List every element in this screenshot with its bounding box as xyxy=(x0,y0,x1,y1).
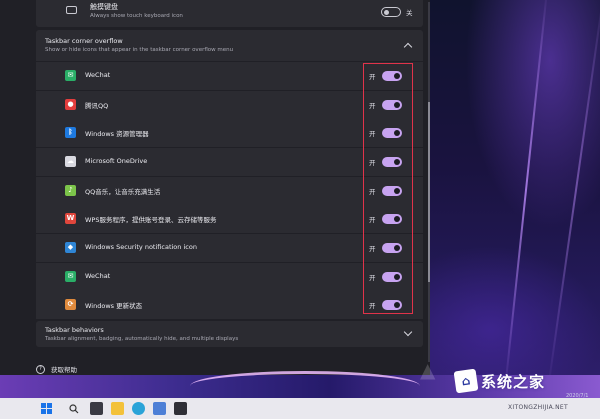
touch-keyboard-state-label: 关 xyxy=(406,9,413,17)
taskbar-corner-overflow-header[interactable]: Taskbar corner overflow Show or hide ico… xyxy=(36,30,423,61)
windows-start-icon[interactable] xyxy=(40,402,53,415)
section-title: Taskbar behaviors xyxy=(45,326,104,334)
watermark-brand-text: 系统之家 xyxy=(481,372,546,391)
onedrive-icon: ☁ xyxy=(65,155,76,167)
touch-keyboard-subtitle: Always show touch keyboard icon xyxy=(90,13,183,19)
house-logo-icon: ⌂ xyxy=(453,368,479,394)
touch-keyboard-toggle[interactable] xyxy=(381,7,401,17)
wallpaper-arc xyxy=(190,371,420,401)
search-icon[interactable] xyxy=(67,402,80,415)
overflow-item-name: WPS服务程序，提供账号登录、云存储等服务 xyxy=(85,216,217,225)
qq-icon: ● xyxy=(65,98,76,110)
wallpaper-light-streak xyxy=(545,0,600,399)
settings-window: 触摸键盘 Always show touch keyboard icon 关 T… xyxy=(0,0,430,375)
section-subtitle: Show or hide icons that appear in the ta… xyxy=(45,47,234,53)
watermark-brand: ⌂ 系统之家 xyxy=(453,368,546,394)
wps-icon: W xyxy=(65,213,76,225)
windows-update-icon: ⟳ xyxy=(65,299,76,311)
overflow-item-name: WeChat xyxy=(85,271,111,280)
scrollbar[interactable] xyxy=(428,2,430,362)
taskbar-behaviors-header[interactable]: Taskbar behaviors Taskbar alignment, bad… xyxy=(36,321,423,347)
overflow-item-name: 腾讯QQ xyxy=(85,101,109,110)
overflow-item-name: Microsoft OneDrive xyxy=(85,156,148,165)
windows-logo xyxy=(41,403,52,414)
overflow-item-name: Windows 更新状态 xyxy=(85,302,143,311)
watermark-ghost-logo: ▲ xyxy=(420,358,436,382)
desktop-wallpaper xyxy=(430,0,600,399)
section-title: Taskbar corner overflow xyxy=(45,37,123,45)
watermark-url: XITONGZHIJIA.NET xyxy=(508,404,568,411)
touch-keyboard-row: 触摸键盘 Always show touch keyboard icon 关 xyxy=(36,0,423,27)
wechat-icon: ✉ xyxy=(65,270,76,282)
bluetooth-icon: ᛒ xyxy=(65,127,76,139)
overflow-item-name: WeChat xyxy=(85,71,111,79)
section-subtitle: Taskbar alignment, badging, automaticall… xyxy=(45,336,239,342)
wechat-icon: ✉ xyxy=(65,70,76,81)
chevron-down-icon[interactable] xyxy=(403,327,413,337)
overflow-item-name: QQ音乐，让音乐充满生活 xyxy=(85,187,161,196)
file-explorer-icon[interactable] xyxy=(111,402,124,415)
wallpaper-light-streak xyxy=(503,0,549,399)
chevron-up-icon[interactable] xyxy=(403,42,413,52)
store-icon[interactable] xyxy=(153,402,166,415)
scrollbar-thumb[interactable] xyxy=(428,102,430,282)
task-view-icon[interactable] xyxy=(90,402,103,415)
tray-date: 2020/7/1 xyxy=(566,393,589,399)
overflow-item-name: Windows 资源管理器 xyxy=(85,130,149,139)
help-icon: ? xyxy=(36,364,45,374)
app-icon[interactable] xyxy=(174,402,187,415)
security-icon: ◆ xyxy=(65,241,76,253)
search-glyph xyxy=(68,403,78,413)
overflow-item-name: Windows Security notification icon xyxy=(85,242,197,251)
get-help-label: 获取帮助 xyxy=(51,366,77,374)
qq-music-icon: ♪ xyxy=(65,184,76,196)
toggle-knob xyxy=(384,9,389,15)
toggle-highlight-box xyxy=(363,63,413,314)
touch-keyboard-title: 触摸键盘 xyxy=(90,3,118,11)
get-help-link[interactable]: ? 获取帮助 xyxy=(36,364,77,374)
edge-icon[interactable] xyxy=(132,402,145,415)
keyboard-icon xyxy=(66,6,77,14)
